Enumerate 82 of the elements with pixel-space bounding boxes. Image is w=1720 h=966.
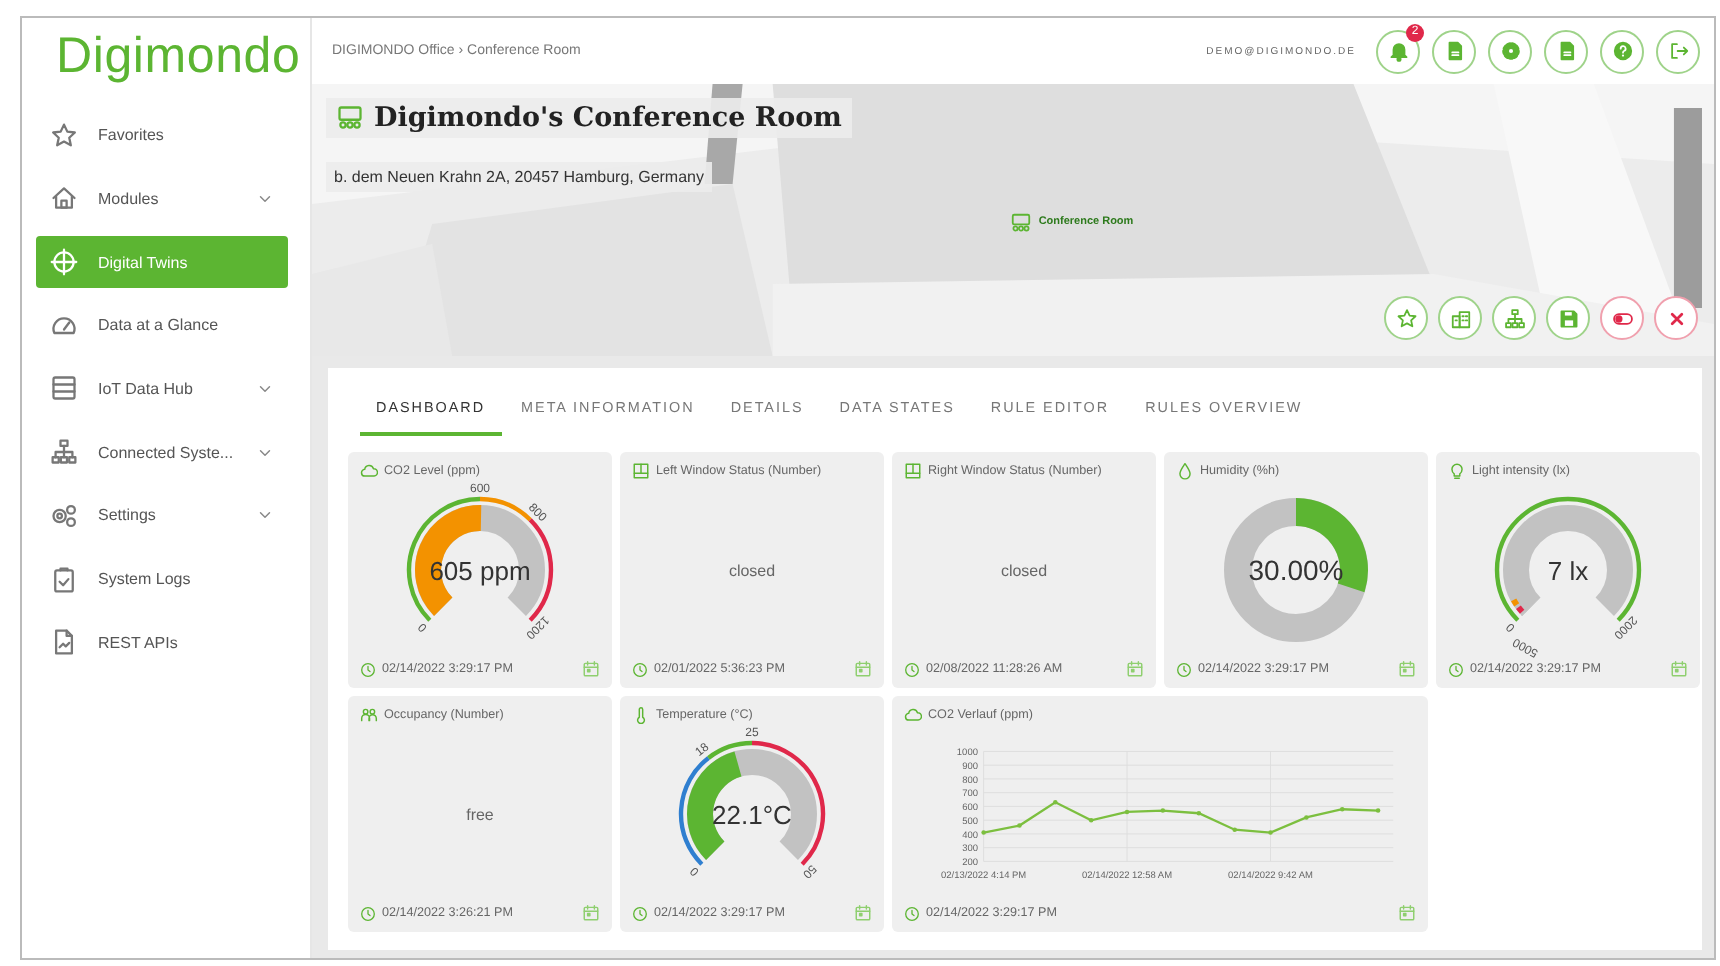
- settings-button[interactable]: [1488, 29, 1532, 73]
- hierarchy-icon: [50, 438, 78, 467]
- room-name: Digimondo's Conference Room: [374, 102, 842, 134]
- gauge-value: 7 lx: [1547, 556, 1589, 586]
- clock-icon: [360, 905, 376, 921]
- status-value: closed: [1000, 561, 1048, 579]
- server-icon: [50, 374, 78, 403]
- gears-icon: [50, 501, 78, 530]
- calendar-icon: [582, 660, 600, 678]
- logo: Digimondo: [54, 26, 301, 88]
- sidebar-item[interactable]: Favorites: [36, 109, 288, 162]
- star-icon: [50, 121, 78, 150]
- settings-icon: [1499, 40, 1521, 62]
- address: b. dem Neuen Krahn 2A, 20457 Hamburg, Germany: [326, 162, 712, 192]
- save-icon: [1557, 307, 1579, 329]
- sidebar-item[interactable]: IoT Data Hub: [36, 362, 288, 415]
- data-point: [1160, 808, 1166, 813]
- gauge-track: [415, 505, 545, 616]
- hierarchy-icon: [1503, 307, 1525, 329]
- donut-track: [1224, 498, 1368, 642]
- data-point: [1268, 830, 1273, 835]
- clock-icon: [1448, 661, 1464, 677]
- toggle-icon: [1611, 307, 1633, 329]
- data-point: [1375, 808, 1381, 813]
- clock-icon: [1176, 661, 1192, 677]
- people-icon: [360, 706, 378, 724]
- status-value: free: [466, 805, 494, 823]
- cloud-icon: [360, 462, 378, 480]
- screen-icon: [336, 104, 364, 132]
- clock-icon: [360, 661, 376, 677]
- help-icon: [1611, 40, 1633, 62]
- data-point: [1088, 818, 1094, 823]
- data-point: [1053, 799, 1058, 805]
- document-icon: [50, 628, 78, 657]
- calendar-icon: [582, 904, 600, 922]
- clock-icon: [904, 905, 920, 921]
- gauge-value: 22.1°C: [712, 800, 792, 830]
- bulb-icon: [1448, 462, 1466, 480]
- calendar-icon: [1398, 660, 1416, 678]
- window-icon: [904, 462, 922, 480]
- data-point: [1232, 827, 1237, 832]
- sidebar-item[interactable]: REST APIs: [36, 616, 288, 669]
- calendar-icon: [854, 660, 872, 678]
- screen-icon: [1010, 211, 1033, 233]
- document-button[interactable]: [1432, 29, 1476, 73]
- calendar-icon: [1126, 660, 1144, 678]
- data-point: [1196, 810, 1202, 816]
- clock-icon: [632, 905, 648, 921]
- document-icon: [1443, 40, 1465, 62]
- data-point: [981, 830, 986, 835]
- clock-icon: [904, 661, 920, 677]
- document-icon: [1555, 40, 1577, 62]
- data-point: [1339, 807, 1345, 812]
- cloud-icon: [904, 706, 922, 724]
- bell-icon: [1387, 40, 1409, 62]
- clipboard-icon: [50, 565, 78, 593]
- logout-icon: [1667, 40, 1689, 62]
- calendar-icon: [1398, 904, 1416, 922]
- house-icon: [50, 184, 78, 213]
- close-icon: [1665, 307, 1687, 329]
- clock-icon: [632, 661, 648, 677]
- sidebar-item[interactable]: Data at a Glance: [36, 299, 288, 352]
- calendar-icon: [854, 904, 872, 922]
- drop-icon: [1176, 462, 1194, 480]
- status-value: closed: [728, 561, 776, 579]
- data-point: [1124, 809, 1130, 815]
- logout-button[interactable]: [1656, 29, 1700, 73]
- sidebar-item[interactable]: System Logs: [36, 553, 288, 605]
- gauge-icon: [50, 311, 78, 340]
- buildings-icon: [1449, 307, 1471, 329]
- sidebar-item[interactable]: Modules: [36, 172, 288, 225]
- thermometer-icon: [632, 706, 650, 724]
- sidebar-item[interactable]: Settings: [36, 489, 288, 542]
- data-point: [1304, 815, 1309, 820]
- help-button[interactable]: [1600, 29, 1644, 73]
- data-point: [1017, 823, 1022, 828]
- calendar-icon: [1670, 660, 1688, 678]
- sidebar-item[interactable]: Connected Syste...: [36, 426, 288, 479]
- star-icon: [1395, 307, 1417, 329]
- crosshair-icon: [50, 248, 78, 277]
- report-button[interactable]: [1544, 29, 1588, 73]
- window-icon: [632, 462, 650, 480]
